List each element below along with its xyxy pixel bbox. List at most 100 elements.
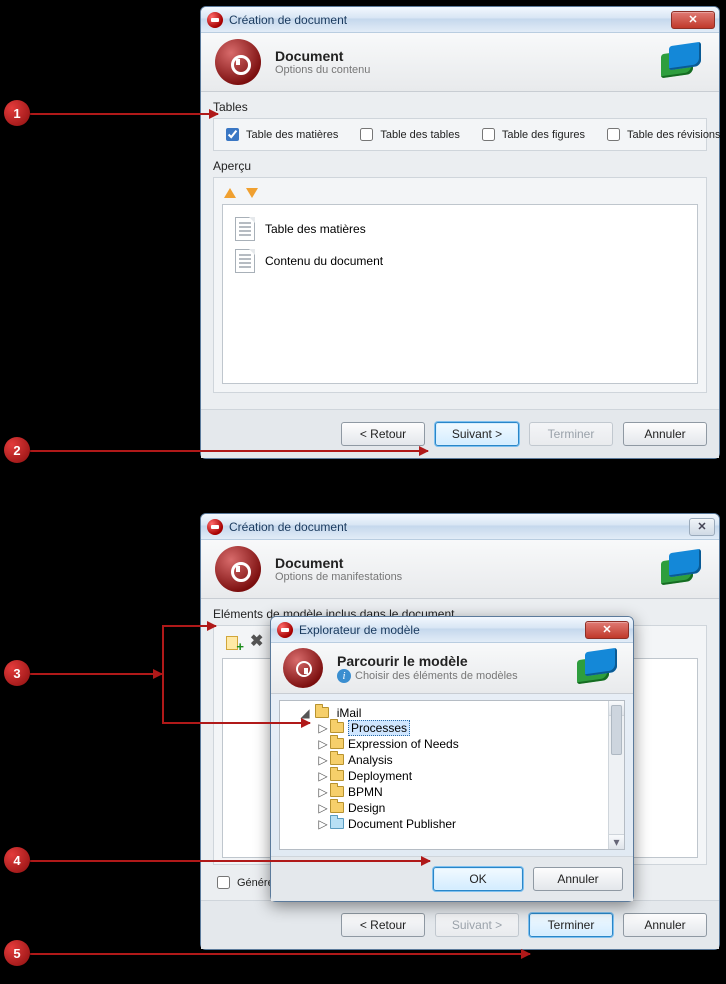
logo-icon bbox=[283, 648, 323, 688]
titlebar[interactable]: Explorateur de modèle ✕ bbox=[271, 617, 633, 643]
banner-title: Document bbox=[275, 48, 647, 64]
move-down-button[interactable] bbox=[246, 188, 258, 198]
tree-node[interactable]: ▷Processes bbox=[318, 720, 622, 736]
tree-toggle-icon[interactable]: ▷ bbox=[318, 737, 328, 751]
next-button: Suivant > bbox=[435, 913, 519, 937]
callout-arrow bbox=[30, 450, 428, 452]
preview-item[interactable]: Contenu du document bbox=[231, 245, 689, 277]
callout-arrow bbox=[162, 722, 310, 724]
checkbox-toc-label: Table des matières bbox=[246, 129, 338, 141]
tree-node-root[interactable]: ◢ iMail ▷Processes ▷Expression of Needs … bbox=[300, 705, 622, 833]
banner: Parcourir le modèle iChoisir des élément… bbox=[271, 643, 633, 694]
checkbox-generate-label: Génére bbox=[237, 877, 274, 889]
tree-toggle-icon[interactable]: ▷ bbox=[318, 753, 328, 767]
banner-subtitle: Options du contenu bbox=[275, 64, 647, 76]
app-icon bbox=[207, 519, 223, 535]
checkbox-revisions[interactable]: Table des révisions bbox=[603, 125, 721, 144]
checkbox-revisions-input[interactable] bbox=[607, 128, 620, 141]
close-button[interactable]: ✕ bbox=[689, 518, 715, 536]
cancel-button[interactable]: Annuler bbox=[623, 913, 707, 937]
document-icon bbox=[235, 217, 255, 241]
checkbox-tables-input[interactable] bbox=[360, 128, 373, 141]
cancel-button[interactable]: Annuler bbox=[533, 867, 623, 891]
banner-title: Parcourir le modèle bbox=[337, 653, 563, 669]
folder-icon bbox=[330, 738, 344, 749]
tree-node-label: iMail bbox=[337, 706, 362, 720]
back-button[interactable]: < Retour bbox=[341, 422, 425, 446]
tree-toggle-icon[interactable]: ▷ bbox=[318, 769, 328, 783]
tree-node[interactable]: ▷ BPMN bbox=[318, 784, 622, 800]
callout-arrow bbox=[30, 113, 218, 115]
checkbox-revisions-label: Table des révisions bbox=[627, 129, 721, 141]
checkbox-tables-label: Table des tables bbox=[380, 129, 460, 141]
callout-arrow bbox=[30, 860, 430, 862]
info-icon: i bbox=[337, 669, 351, 683]
folder-icon bbox=[330, 802, 344, 813]
checkbox-figures-input[interactable] bbox=[482, 128, 495, 141]
app-icon bbox=[207, 12, 223, 28]
folder-icon bbox=[330, 770, 344, 781]
tree-node-label: BPMN bbox=[348, 785, 383, 799]
banner: Document Options du contenu bbox=[201, 33, 719, 92]
window-title: Explorateur de modèle bbox=[299, 623, 579, 637]
preview-item[interactable]: Table des matières bbox=[231, 213, 689, 245]
scroll-thumb[interactable] bbox=[611, 705, 622, 755]
callout-3: 3 bbox=[4, 660, 30, 686]
window-title: Création de document bbox=[229, 13, 665, 27]
model-tree[interactable]: ▴ ▾ ◢ iMail ▷Processes ▷Expression of Ne… bbox=[279, 700, 625, 850]
back-button[interactable]: < Retour bbox=[341, 913, 425, 937]
tree-node[interactable]: ▷ Design bbox=[318, 800, 622, 816]
tree-node[interactable]: ▷ Expression of Needs bbox=[318, 736, 622, 752]
tree-toggle-icon[interactable]: ▷ bbox=[318, 785, 328, 799]
tables-fieldset: Table des matières Table des tables Tabl… bbox=[213, 118, 707, 151]
ok-button[interactable]: OK bbox=[433, 867, 523, 891]
document-icon bbox=[235, 249, 255, 273]
tree-node[interactable]: ▷ Document Publisher bbox=[318, 816, 622, 832]
preview-item-label: Contenu du document bbox=[265, 254, 383, 268]
folder-icon bbox=[330, 786, 344, 797]
tree-node-label: Analysis bbox=[348, 753, 393, 767]
add-element-button[interactable] bbox=[224, 634, 242, 652]
checkbox-toc[interactable]: Table des matières bbox=[222, 125, 338, 144]
move-up-button[interactable] bbox=[224, 188, 236, 198]
titlebar[interactable]: Création de document ✕ bbox=[201, 7, 719, 33]
tree-node-label: Design bbox=[348, 801, 385, 815]
close-button[interactable]: ✕ bbox=[585, 621, 629, 639]
checkbox-tables[interactable]: Table des tables bbox=[356, 125, 460, 144]
callout-arrow bbox=[30, 953, 530, 955]
folder-icon bbox=[330, 722, 344, 733]
checkbox-generate-input[interactable] bbox=[217, 876, 230, 889]
scroll-down-button[interactable]: ▾ bbox=[609, 834, 624, 849]
banner-subtitle: Options de manifestations bbox=[275, 571, 647, 583]
dialog-creation-document-1: Création de document ✕ Document Options … bbox=[200, 6, 720, 459]
checkbox-toc-input[interactable] bbox=[226, 128, 239, 141]
logo-icon bbox=[215, 39, 261, 85]
banner-subtitle: iChoisir des éléments de modèles bbox=[337, 669, 563, 683]
app-icon bbox=[277, 622, 293, 638]
preview-list[interactable]: Table des matières Contenu du document bbox=[222, 204, 698, 384]
tree-toggle-icon[interactable]: ▷ bbox=[318, 817, 328, 831]
close-button[interactable]: ✕ bbox=[671, 11, 715, 29]
tree-node[interactable]: ▷Deployment bbox=[318, 768, 622, 784]
titlebar[interactable]: Création de document ✕ bbox=[201, 514, 719, 540]
tree-scrollbar[interactable]: ▴ ▾ bbox=[608, 701, 624, 849]
tree-toggle-icon[interactable]: ▷ bbox=[318, 721, 328, 735]
next-button[interactable]: Suivant > bbox=[435, 422, 519, 446]
books-icon bbox=[661, 44, 705, 80]
tree-node-label: Document Publisher bbox=[348, 817, 456, 831]
checkbox-figures[interactable]: Table des figures bbox=[478, 125, 585, 144]
tree-node-label: Expression of Needs bbox=[348, 737, 459, 751]
remove-element-button[interactable]: ✖ bbox=[250, 634, 268, 652]
window-title: Création de document bbox=[229, 520, 683, 534]
books-icon bbox=[577, 650, 621, 686]
cancel-button[interactable]: Annuler bbox=[623, 422, 707, 446]
callout-arrow bbox=[162, 625, 216, 627]
preview-item-label: Table des matières bbox=[265, 222, 366, 236]
banner-title: Document bbox=[275, 555, 647, 571]
finish-button: Terminer bbox=[529, 422, 613, 446]
footer: < Retour Suivant > Terminer Annuler bbox=[201, 900, 719, 949]
tables-group-label: Tables bbox=[213, 100, 707, 114]
tree-node[interactable]: ▷ Analysis bbox=[318, 752, 622, 768]
finish-button[interactable]: Terminer bbox=[529, 913, 613, 937]
tree-toggle-icon[interactable]: ▷ bbox=[318, 801, 328, 815]
